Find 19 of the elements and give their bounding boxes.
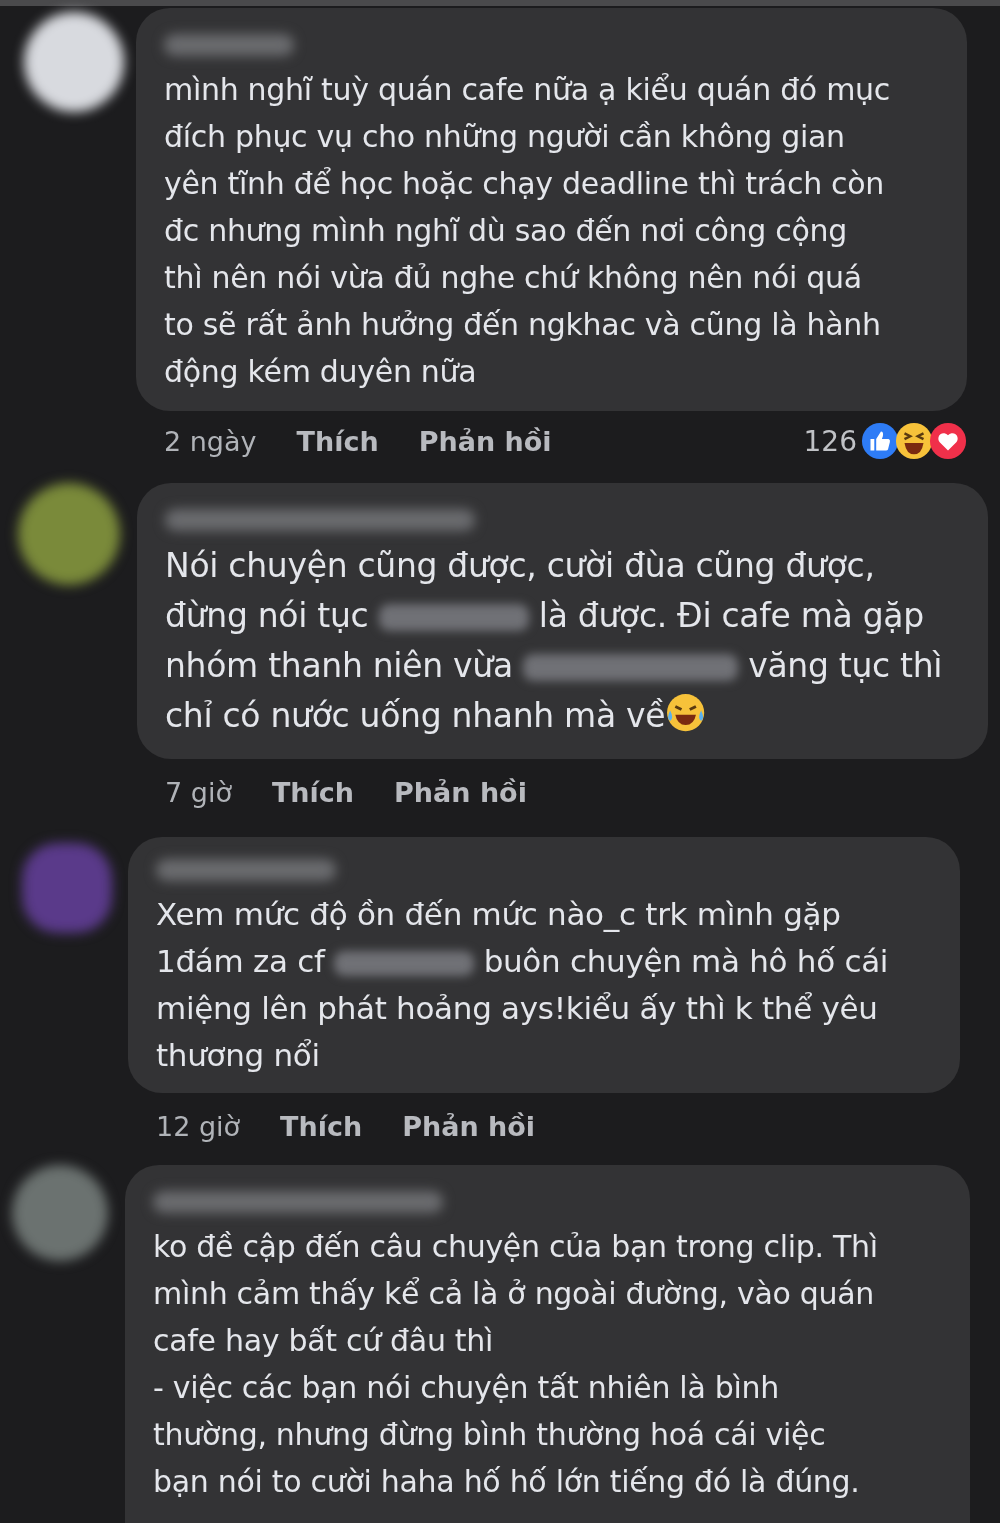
heart-reaction-icon xyxy=(929,422,967,460)
comment-text: Xem mức độ ồn đến mức nào_c trk mình gặp 1đám za cf buôn chuyện mà hô hố cái miệng lên phát hoảng ays!kiểu ấy thì k thể yêu thương nổi xyxy=(156,895,890,1075)
like-link[interactable]: Thích xyxy=(271,776,355,808)
comment-text: ko đề cập đến câu chuyện của bạn trong clip. Thì mình cảm thấy kể cả là ở ngoài đường, vào quán cafe hay bất cứ đâu thì - việc các bạn nói chuyện tất nhiên là bình thường, nhưng đừng bình thường hoá cái việc bạn nói to cười haha hố hố lớn tiếng đó là đúng. xyxy=(153,1228,879,1501)
reply-link[interactable]: Phản hồi xyxy=(394,776,527,808)
reply-link[interactable]: Phản hồi xyxy=(402,1110,536,1142)
comment-text: mình nghĩ tuỳ quán cafe nữa ạ kiểu quán đó mục đích phục vụ cho những người cần không gian yên tĩnh để học hoặc chạy deadline thì trách còn đc nhưng mình nghĩ dù sao đến nơi công cộng thì nên nói vừa đủ nghe chứ không nên nói quá to sẽ rất ảnh hưởng đến ngkhac và cũng là hành động kém duyên nữa xyxy=(164,71,891,391)
reply-link[interactable]: Phản hồi xyxy=(418,425,552,457)
comment-time: 12 giờ xyxy=(156,1110,241,1142)
comment-time: 7 giờ xyxy=(165,776,232,808)
comment-text: Nói chuyện cũng được, cười đùa cũng được, đừng nói tục là được. Đi cafe mà gặp nhóm thanh niên vừa văng tục thì chỉ có nước uống nhanh mà về xyxy=(165,545,944,737)
avatar[interactable] xyxy=(24,12,124,112)
like-link[interactable]: Thích xyxy=(296,425,379,457)
like-link[interactable]: Thích xyxy=(280,1110,363,1142)
laughing-reaction-icon xyxy=(895,422,933,460)
reaction-count: 126 xyxy=(803,424,857,458)
like-reaction-icon xyxy=(861,422,899,460)
comment-time: 2 ngày xyxy=(164,425,257,457)
laughing-tears-emoji-icon xyxy=(665,692,707,734)
